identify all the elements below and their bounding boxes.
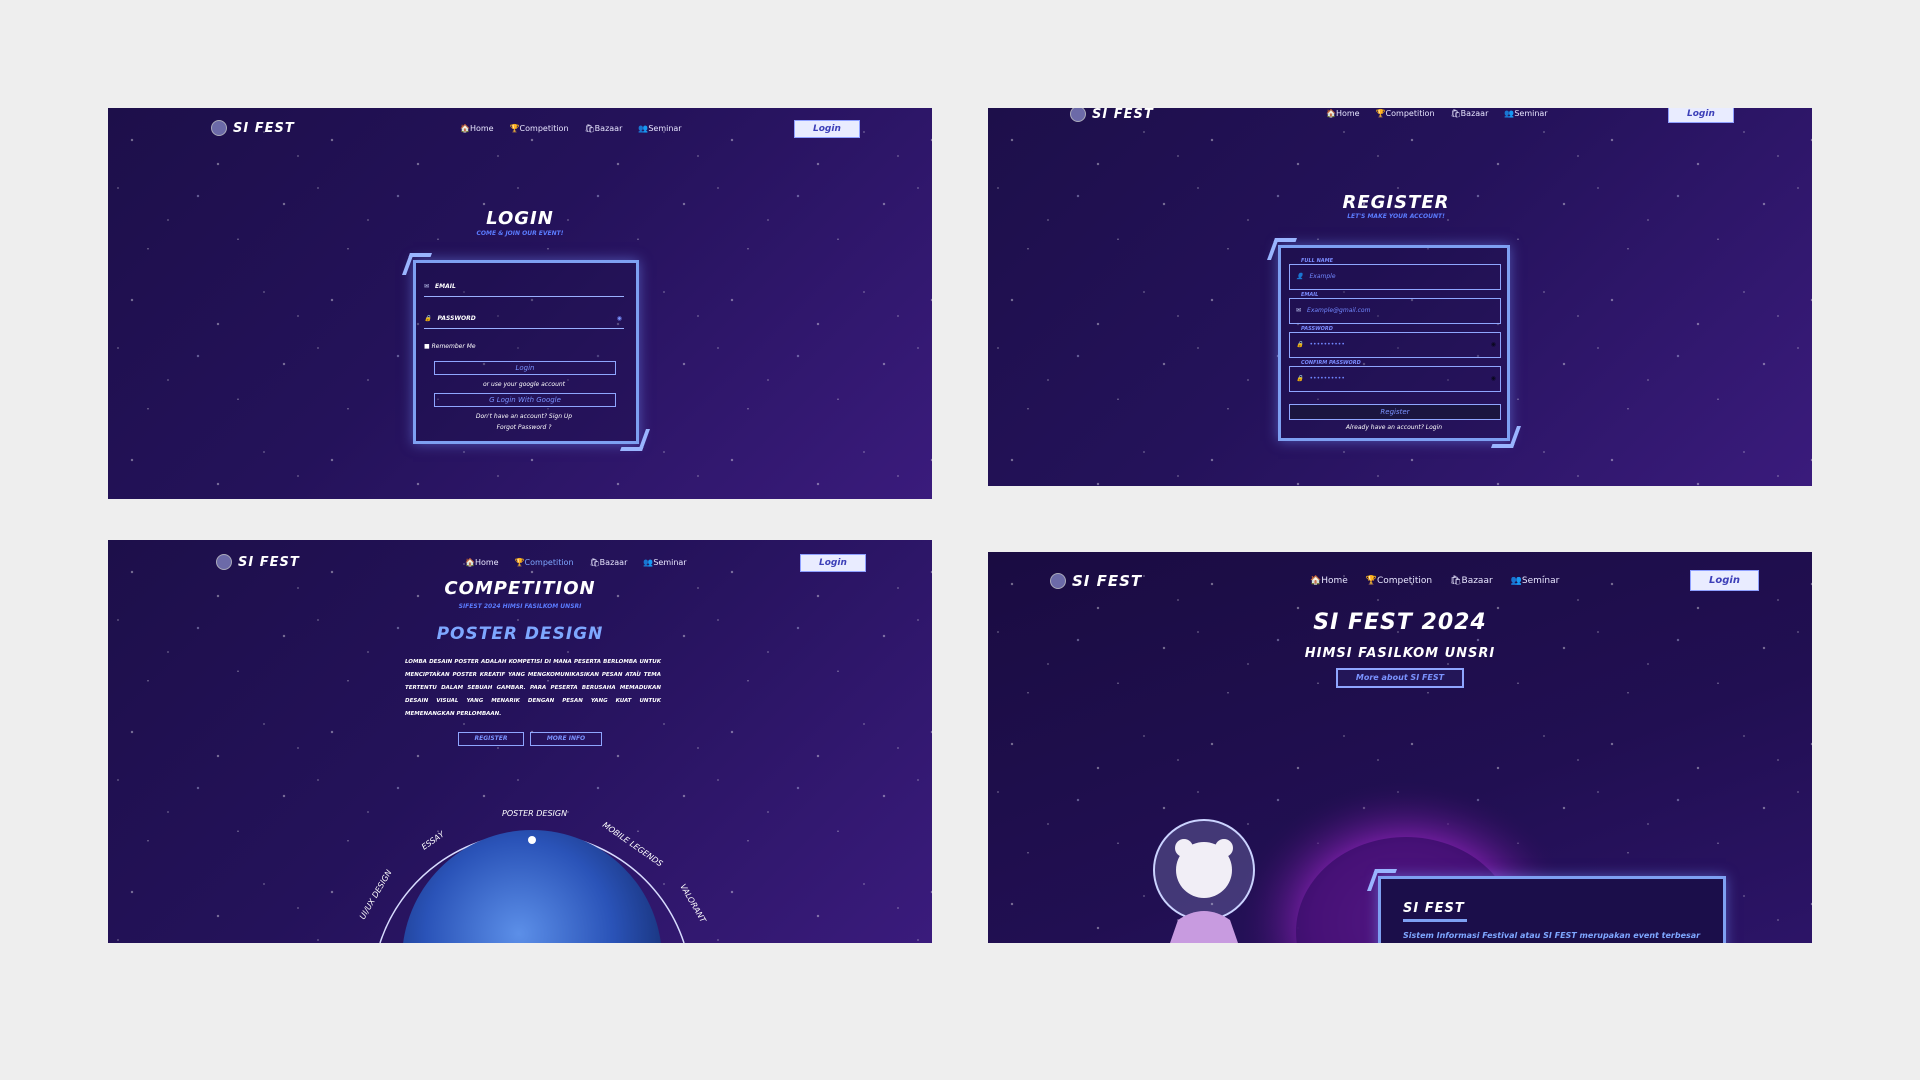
register-card: FULL NAME 👤 Example EMAIL ✉ Example@gmail.… <box>1278 245 1510 441</box>
login-card: ✉ EMAIL 🔒 PASSWORD ◉ ■ Remember Me Login or… <box>413 260 639 444</box>
page-subtitle: COME & JOIN OUR EVENT! <box>476 230 564 237</box>
nav-competition[interactable]: 🏆Competition <box>1376 109 1435 118</box>
nav-seminar[interactable]: 👥Seminar <box>1504 109 1547 118</box>
email-icon: ✉ <box>424 283 430 290</box>
about-card: SI FEST Sistem Informasi Festival atau S… <box>1378 876 1726 943</box>
orbit-label-uiux[interactable]: UI/UX DESIGN <box>358 868 394 921</box>
about-card-accent <box>1403 919 1467 922</box>
register-panel: SI FEST 🏠Home 🏆Competition 🛍Bazaar 👥Semi… <box>988 108 1812 486</box>
confirm-value: •••••••••• <box>1309 375 1345 382</box>
nav-home[interactable]: 🏠Home <box>1326 109 1360 118</box>
nav-login-button[interactable]: Login <box>794 120 860 138</box>
forgot-password-link[interactable]: Forgot Password ? <box>424 424 624 431</box>
page-subtitle: LET'S MAKE YOUR ACCOUNT! <box>1347 213 1445 220</box>
password-field[interactable]: 🔒 PASSWORD ◉ <box>424 315 624 329</box>
remember-label: Remember Me <box>431 343 476 350</box>
logo-text: SI FEST <box>1092 108 1154 122</box>
email-icon: ✉ <box>1296 307 1302 314</box>
nav-bazaar[interactable]: 🛍Bazaar <box>585 124 623 133</box>
google-login-button[interactable]: G Login With Google <box>434 393 616 407</box>
login-button[interactable]: Login <box>434 361 616 375</box>
email-label: EMAIL <box>435 283 456 290</box>
logo-badge-icon <box>1070 108 1086 122</box>
lock-icon: 🔒 <box>424 315 432 322</box>
logo-text: SI FEST <box>233 120 295 136</box>
login-panel: SI FEST 🏠Home 🏆Competition 🛍Bazaar 👥Semi… <box>108 108 932 499</box>
password-value: •••••••••• <box>1309 341 1345 348</box>
competition-panel: SI FEST 🏠Home 🏆Competition 🛍Bazaar 👥Semi… <box>108 540 932 943</box>
lock-icon: 🔒 <box>1296 341 1304 348</box>
orbit-label-essay[interactable]: ESSAY <box>420 829 447 852</box>
email-placeholder: Example@gmail.com <box>1307 307 1371 314</box>
eye-icon[interactable]: ◉ <box>617 315 622 322</box>
email-field[interactable]: ✉ EMAIL <box>424 283 624 297</box>
site-logo[interactable]: SI FEST <box>211 120 295 136</box>
password-label: PASSWORD <box>437 315 476 322</box>
login-link[interactable]: Already have an account? Login <box>1289 424 1499 431</box>
signup-link[interactable]: Don't have an account? Sign Up <box>424 413 624 420</box>
page-title: REGISTER <box>1342 192 1450 213</box>
nav-home[interactable]: 🏠Home <box>460 124 494 133</box>
eye-icon[interactable]: ◉ <box>1491 333 1496 357</box>
eye-icon[interactable]: ◉ <box>1491 367 1496 391</box>
password-input[interactable]: 🔒 •••••••••• ◉ <box>1289 332 1501 358</box>
home-panel: SI FEST 🏠Home 🏆Competition 🛍Bazaar 👥Semi… <box>988 552 1812 943</box>
nav-login-button[interactable]: Login <box>1668 108 1734 123</box>
fullname-input[interactable]: 👤 Example <box>1289 264 1501 290</box>
user-icon: 👤 <box>1296 273 1304 280</box>
about-card-text: Sistem Informasi Festival atau SI FEST m… <box>1403 931 1701 940</box>
page-title: LOGIN <box>486 208 554 229</box>
orbit-marker <box>528 836 536 844</box>
lock-icon: 🔒 <box>1296 375 1304 382</box>
site-logo[interactable]: SI FEST <box>1070 108 1154 122</box>
register-button[interactable]: Register <box>1289 404 1501 420</box>
logo-badge-icon <box>211 120 227 136</box>
nav-links: 🏠Home 🏆Competition 🛍Bazaar 👥Seminar <box>460 124 682 133</box>
nav-seminar[interactable]: 👥Seminar <box>638 124 681 133</box>
about-card-title: SI FEST <box>1403 901 1465 916</box>
remember-me-checkbox[interactable]: ■ Remember Me <box>424 343 476 350</box>
orbit-label-poster[interactable]: POSTER DESIGN <box>502 809 567 818</box>
orbit-label-valorant[interactable]: VALORANT <box>678 883 708 926</box>
nav-competition[interactable]: 🏆Competition <box>510 124 569 133</box>
planet <box>403 830 661 943</box>
confirm-password-input[interactable]: 🔒 •••••••••• ◉ <box>1289 366 1501 392</box>
checkbox-icon: ■ <box>424 343 432 350</box>
orbit-diagram: UI/UX DESIGN ESSAY POSTER DESIGN MOBILE … <box>358 809 708 943</box>
fullname-placeholder: Example <box>1309 273 1336 280</box>
nav-links: 🏠Home 🏆Competition 🛍Bazaar 👥Seminar <box>1326 109 1548 118</box>
nav-bazaar[interactable]: 🛍Bazaar <box>1451 109 1489 118</box>
email-input[interactable]: ✉ Example@gmail.com <box>1289 298 1501 324</box>
or-google-text: or use your google account <box>482 381 566 388</box>
